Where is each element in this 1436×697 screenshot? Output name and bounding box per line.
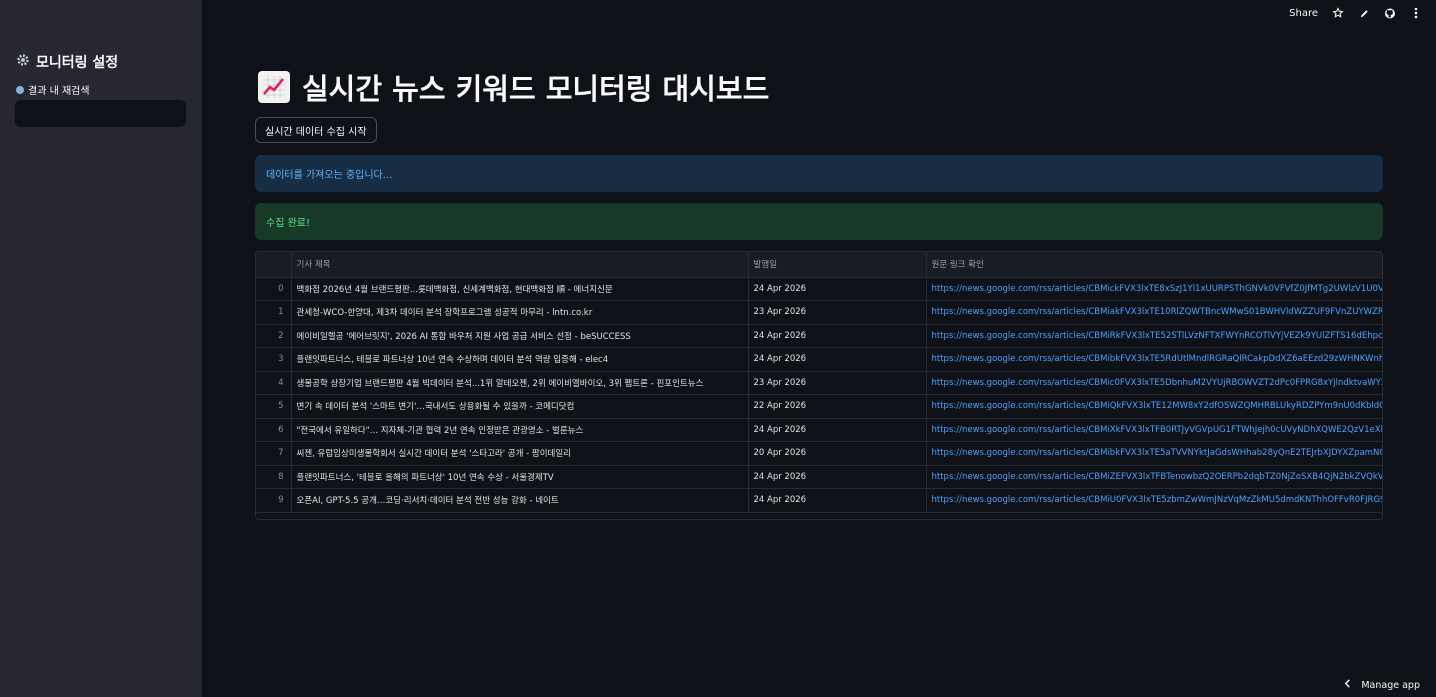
article-link-cell[interactable]: https://news.google.com/rss/articles/CBM… <box>926 371 1382 395</box>
search-label-text: 결과 내 재검색 <box>28 86 90 97</box>
row-index-cell: 8 <box>256 465 292 489</box>
article-link-cell[interactable]: https://news.google.com/rss/articles/CBM… <box>926 277 1382 301</box>
row-index-cell: 9 <box>256 488 292 513</box>
table-row[interactable]: 3 플랜잇파트너스, 테블로 파트너상 10년 연속 수상하며 데이터 분석 역량… <box>256 347 1382 372</box>
table-row[interactable]: 0 백화점 2026년 4월 브랜드평판...롯데백화점, 신세계백화점, 현대백… <box>256 277 1382 301</box>
sidebar-title-text: 모니터링 설정 <box>36 55 119 71</box>
publish-date-cell: 24 Apr 2026 <box>748 488 927 513</box>
article-link-cell[interactable]: https://news.google.com/rss/articles/CBM… <box>926 324 1382 348</box>
column-header-date[interactable]: 발행일 <box>748 252 927 278</box>
news-table: 기사 제목 발행일 원문 링크 확인 0 백화점 2026년 4월 브랜드평판..… <box>256 252 1382 513</box>
gear-icon <box>16 53 30 71</box>
row-index-cell: 7 <box>256 441 292 466</box>
search-input[interactable] <box>15 100 186 127</box>
publish-date-cell: 22 Apr 2026 <box>748 394 927 419</box>
article-link-cell[interactable]: https://news.google.com/rss/articles/CBM… <box>926 465 1382 489</box>
article-link-cell[interactable]: https://news.google.com/rss/articles/CBM… <box>926 394 1382 419</box>
more-icon[interactable] <box>1410 7 1422 19</box>
article-title-cell: 에이비일렐공 '에어브릿지', 2026 AI 통합 바우처 지원 사업 공급 … <box>291 324 749 348</box>
table-row[interactable]: 7 씨젠, 유럽임상미생물학회서 실시간 데이터 분석 '스타고라' 공개 - 팜… <box>256 441 1382 466</box>
share-button[interactable]: Share <box>1289 8 1318 19</box>
github-icon[interactable] <box>1384 7 1396 19</box>
row-index-cell: 3 <box>256 347 292 372</box>
top-toolbar: Share <box>1289 5 1422 21</box>
publish-date-cell: 24 Apr 2026 <box>748 418 927 442</box>
start-collection-button[interactable]: 실시간 데이터 수집 시작 <box>255 117 377 143</box>
success-alert-text: 수집 완료! <box>266 218 310 229</box>
table-row[interactable]: 6 "전국에서 유일하다"… 지자체-기관 협력 2년 연속 인정받은 관광명소 … <box>256 418 1382 442</box>
success-alert: 수집 완료! <box>255 203 1383 240</box>
manage-app-button[interactable]: Manage app <box>1344 679 1420 691</box>
table-row[interactable]: 1 관세청-WCO-한양대, 제3차 데이터 분석 장학프로그램 성공적 마무리 … <box>256 300 1382 325</box>
publish-date-cell: 24 Apr 2026 <box>748 347 927 372</box>
table-row[interactable]: 9 오픈AI, GPT-5.5 공개…코딩·리서치·데이터 분석 전반 성능 강화… <box>256 488 1382 513</box>
row-index-cell: 6 <box>256 418 292 442</box>
article-link-cell[interactable]: https://news.google.com/rss/articles/CBM… <box>926 347 1382 372</box>
article-link-cell[interactable]: https://news.google.com/rss/articles/CBM… <box>926 418 1382 442</box>
article-title-cell: 씨젠, 유럽임상미생물학회서 실시간 데이터 분석 '스타고라' 공개 - 팜이… <box>291 441 749 466</box>
article-title-cell: 관세청-WCO-한양대, 제3차 데이터 분석 장학프로그램 성공적 마무리 -… <box>291 300 749 325</box>
page-title: 실시간 뉴스 키워드 모니터링 대시보드 <box>258 66 769 108</box>
edit-icon[interactable] <box>1358 7 1370 19</box>
column-header-link[interactable]: 원문 링크 확인 <box>926 252 1382 278</box>
article-title-cell: 플랜잇파트너스, '테블로 올해의 파트너상' 10년 연속 수상 - 서울경제… <box>291 465 749 489</box>
column-header-index[interactable] <box>256 252 292 278</box>
info-alert: 데이터를 가져오는 중입니다... <box>255 155 1383 192</box>
sidebar-title: 모니터링 설정 <box>16 52 118 72</box>
article-title-cell: 생물공학 상장기업 브랜드평판 4월 빅데이터 분석...1위 알테오젠, 2위… <box>291 371 749 395</box>
article-title-cell: 변기 속 데이터 분석 '스마트 변기'…국내서도 상용화될 수 있을까 - 코… <box>291 394 749 419</box>
table-row[interactable]: 8 플랜잇파트너스, '테블로 올해의 파트너상' 10년 연속 수상 - 서울경… <box>256 465 1382 489</box>
publish-date-cell: 23 Apr 2026 <box>748 371 927 395</box>
chart-up-icon <box>258 71 290 103</box>
article-title-cell: 오픈AI, GPT-5.5 공개…코딩·리서치·데이터 분석 전반 성능 강화 … <box>291 488 749 513</box>
article-title-cell: 백화점 2026년 4월 브랜드평판...롯데백화점, 신세계백화점, 현대백화… <box>291 277 749 301</box>
page-title-text: 실시간 뉴스 키워드 모니터링 대시보드 <box>302 72 770 106</box>
chevron-left-icon <box>1344 679 1351 691</box>
table-row[interactable]: 5 변기 속 데이터 분석 '스마트 변기'…국내서도 상용화될 수 있을까 - … <box>256 394 1382 419</box>
table-header-row: 기사 제목 발행일 원문 링크 확인 <box>256 252 1382 278</box>
sidebar: 모니터링 설정 결과 내 재검색 <box>0 0 202 697</box>
article-link-cell[interactable]: https://news.google.com/rss/articles/CBM… <box>926 300 1382 325</box>
article-link-cell[interactable]: https://news.google.com/rss/articles/CBM… <box>926 488 1382 513</box>
manage-app-label: Manage app <box>1361 679 1420 691</box>
info-alert-text: 데이터를 가져오는 중입니다... <box>266 170 393 181</box>
row-index-cell: 5 <box>256 394 292 419</box>
article-title-cell: 플랜잇파트너스, 테블로 파트너상 10년 연속 수상하며 데이터 분석 역량 … <box>291 347 749 372</box>
publish-date-cell: 23 Apr 2026 <box>748 300 927 325</box>
news-dataframe[interactable]: 기사 제목 발행일 원문 링크 확인 0 백화점 2026년 4월 브랜드평판..… <box>255 251 1383 520</box>
star-icon[interactable] <box>1332 7 1344 19</box>
publish-date-cell: 24 Apr 2026 <box>748 465 927 489</box>
search-label: 결과 내 재검색 <box>16 82 90 97</box>
row-index-cell: 0 <box>256 277 292 301</box>
column-header-title[interactable]: 기사 제목 <box>291 252 749 278</box>
search-icon <box>16 85 24 94</box>
row-index-cell: 1 <box>256 300 292 325</box>
publish-date-cell: 24 Apr 2026 <box>748 324 927 348</box>
row-index-cell: 2 <box>256 324 292 348</box>
article-link-cell[interactable]: https://news.google.com/rss/articles/CBM… <box>926 441 1382 466</box>
table-row[interactable]: 2 에이비일렐공 '에어브릿지', 2026 AI 통합 바우처 지원 사업 공급… <box>256 324 1382 348</box>
row-index-cell: 4 <box>256 371 292 395</box>
publish-date-cell: 20 Apr 2026 <box>748 441 927 466</box>
table-row[interactable]: 4 생물공학 상장기업 브랜드평판 4월 빅데이터 분석...1위 알테오젠, 2… <box>256 371 1382 395</box>
publish-date-cell: 24 Apr 2026 <box>748 277 927 301</box>
table-body: 0 백화점 2026년 4월 브랜드평판...롯데백화점, 신세계백화점, 현대백… <box>256 277 1382 513</box>
article-title-cell: "전국에서 유일하다"… 지자체-기관 협력 2년 연속 인정받은 관광명소 -… <box>291 418 749 442</box>
